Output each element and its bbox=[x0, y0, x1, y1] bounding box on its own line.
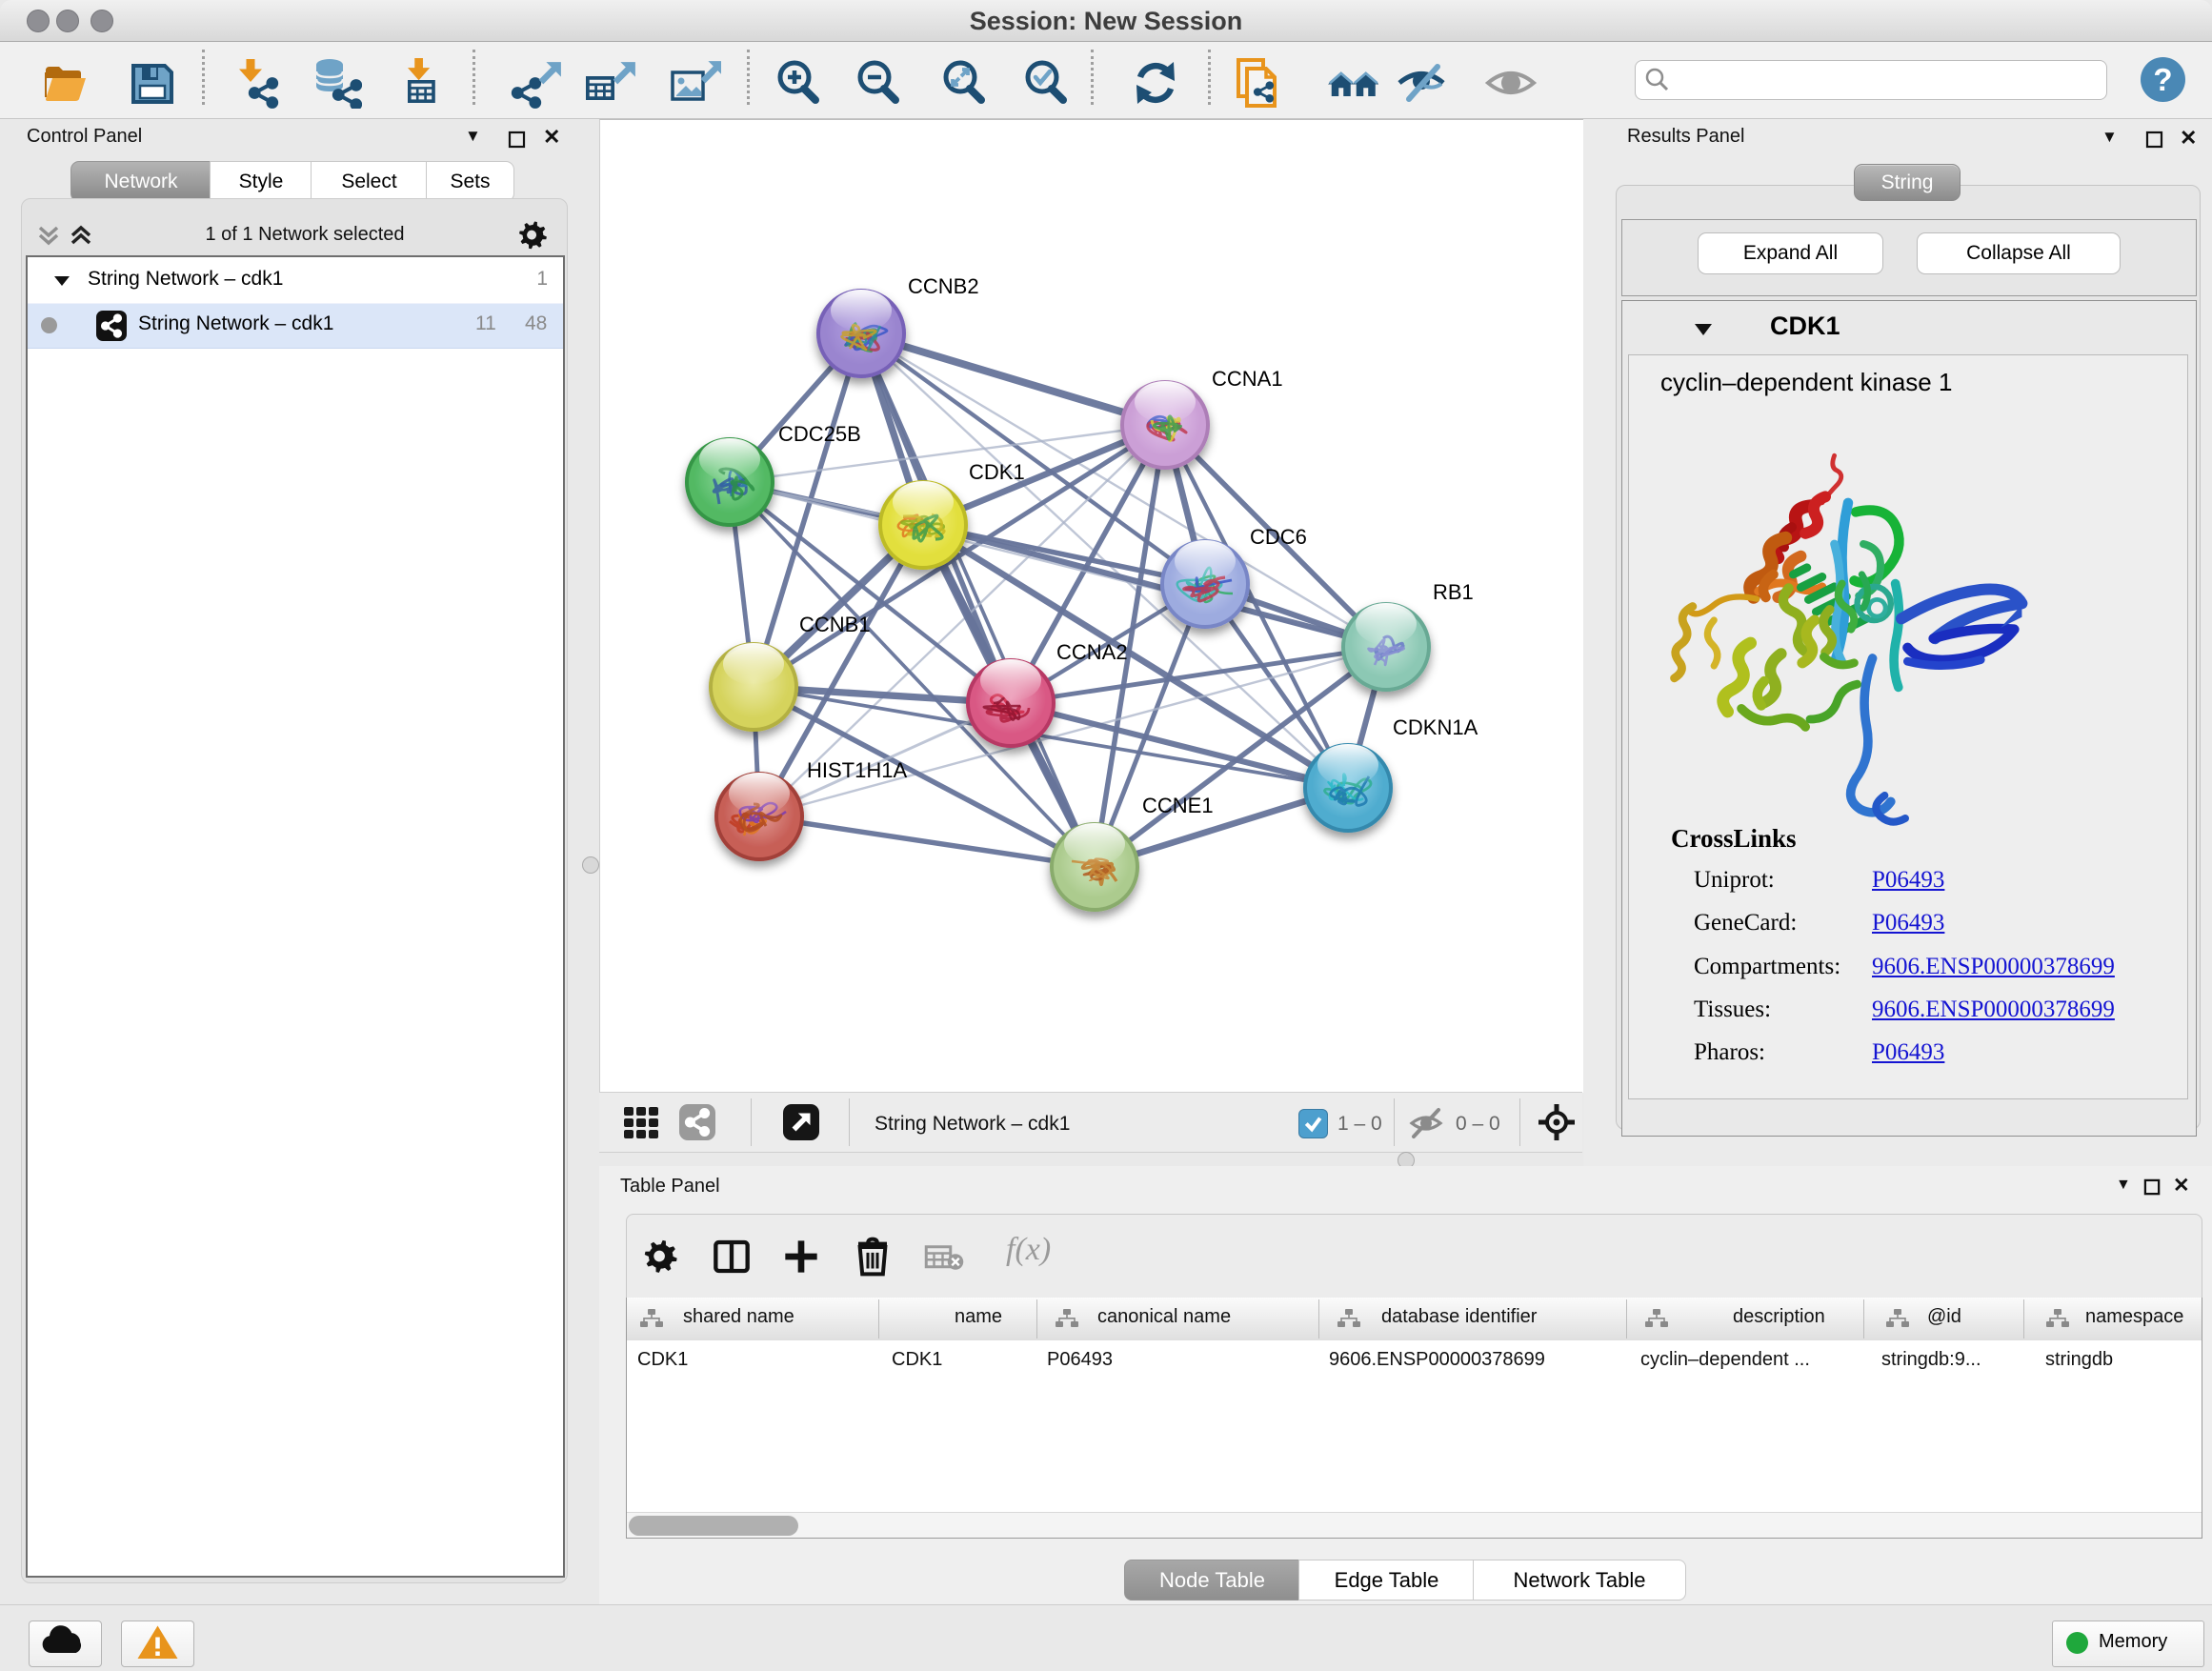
svg-text:RB1: RB1 bbox=[1433, 580, 1474, 604]
svg-text:CCNA1: CCNA1 bbox=[1212, 367, 1283, 391]
svg-text:HIST1H1A: HIST1H1A bbox=[807, 758, 907, 782]
svg-text:CDC6: CDC6 bbox=[1250, 525, 1307, 549]
svg-text:CCNB2: CCNB2 bbox=[908, 274, 979, 298]
svg-text:CCNA2: CCNA2 bbox=[1056, 640, 1128, 664]
svg-text:CDKN1A: CDKN1A bbox=[1393, 715, 1478, 739]
svg-text:CDC25B: CDC25B bbox=[778, 422, 861, 446]
svg-text:CCNB1: CCNB1 bbox=[799, 613, 871, 636]
svg-text:CDK1: CDK1 bbox=[969, 460, 1025, 484]
svg-text:CCNE1: CCNE1 bbox=[1142, 794, 1214, 817]
